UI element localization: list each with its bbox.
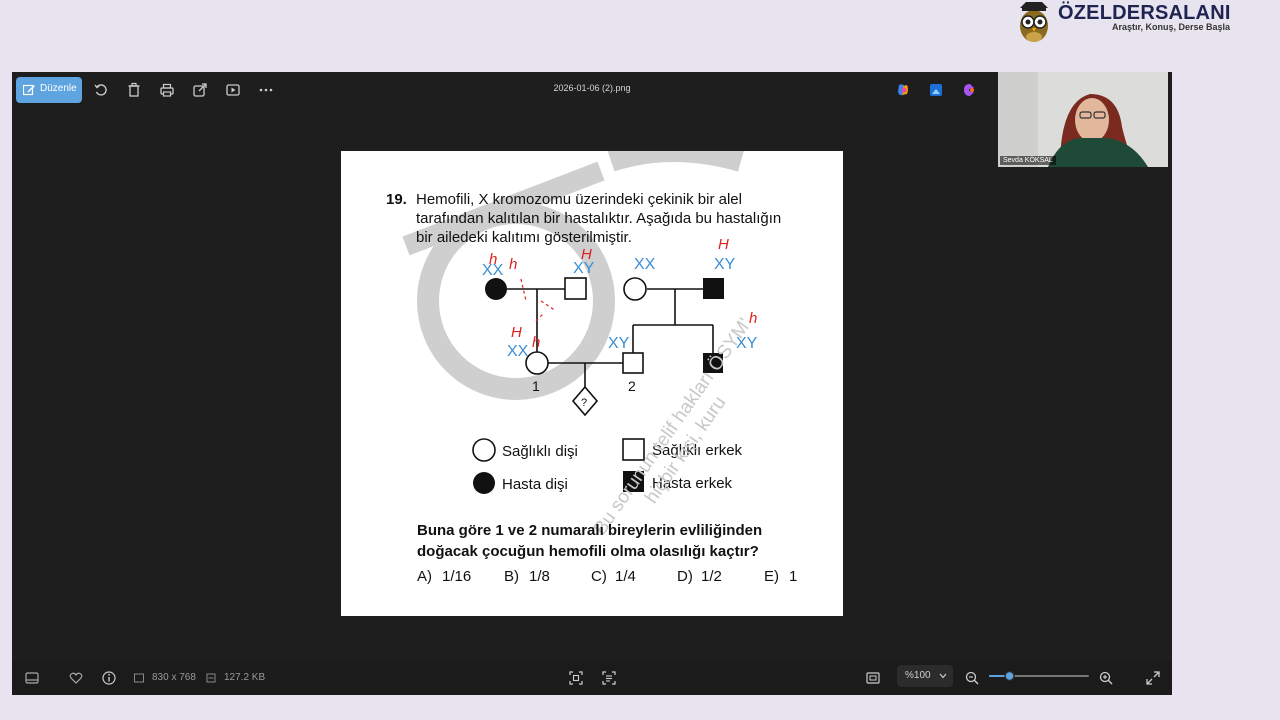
file-size: 127.2 KB	[224, 672, 266, 683]
text-scan-icon[interactable]	[601, 670, 617, 686]
image-canvas: 19. Hemofili, X kromozomu üzerindeki çek…	[341, 151, 843, 616]
zoom-select[interactable]: %100	[897, 665, 953, 687]
legend-healthy-female: Sağlıklı dişi	[502, 443, 578, 460]
handwritten-note: h	[509, 256, 517, 273]
zoom-slider-thumb[interactable]	[1004, 671, 1015, 681]
handwritten-note: H	[581, 246, 592, 263]
genotype-annotation: XY	[608, 335, 630, 352]
actual-size-icon[interactable]	[865, 670, 881, 686]
zoom-in-icon[interactable]	[1098, 670, 1114, 686]
filmstrip-icon[interactable]	[24, 670, 40, 686]
zoom-out-icon[interactable]	[964, 670, 980, 686]
brand-slogan: Araştır, Konuş, Derse Başla	[1112, 22, 1231, 32]
individual-2-label: 2	[628, 378, 636, 394]
healthy-male-grandfather	[564, 277, 587, 300]
participant-name: Sevda KÖKSAL	[1000, 156, 1056, 165]
question-text-line: bir ailedeki kalıtımı gösterilmiştir.	[416, 229, 632, 246]
fullscreen-icon[interactable]	[1145, 670, 1161, 686]
handwritten-note: h	[489, 251, 497, 268]
favorite-heart-icon[interactable]	[68, 670, 84, 686]
genotype-annotation: XX	[507, 343, 529, 360]
individual-2-healthy-male	[622, 352, 644, 374]
genotype-annotations: XX XY XX XY XX XY XY	[482, 256, 758, 360]
chevron-down-icon	[939, 673, 947, 679]
option-d-letter: D)	[677, 568, 693, 585]
fit-to-view-icon[interactable]	[568, 670, 584, 686]
clipchamp-icon[interactable]	[961, 82, 977, 98]
individual-1-healthy-female	[525, 351, 549, 375]
exam-question-image: 19. Hemofili, X kromozomu üzerindeki çek…	[386, 151, 797, 585]
individual-1-label: 1	[532, 378, 540, 394]
file-size-icon	[206, 673, 216, 683]
option-c-value: 1/4	[615, 568, 636, 585]
genotype-annotation: XY	[714, 256, 736, 273]
healthy-female-grandmother	[623, 277, 647, 301]
option-d-value: 1/2	[701, 568, 722, 585]
option-e-letter: E)	[764, 568, 779, 585]
legend-sick-female-symbol	[473, 472, 495, 494]
handwritten-dashes	[520, 278, 557, 322]
option-b-letter: B)	[504, 568, 519, 585]
brand-logo-block: ÖZELDERSALANI Araştır, Konuş, Derse Başl…	[1012, 0, 1272, 48]
zoom-value: %100	[905, 670, 931, 681]
viewer-statusbar: 830 x 768 127.2 KB %100	[12, 660, 1172, 695]
question-prompt-line: doğacak çocuğun hemofili olma olasılığı …	[417, 543, 759, 560]
question-text-line: tarafından kalıtılan bir hastalıktır. Aş…	[416, 210, 781, 227]
image-dimensions: 830 x 768	[152, 672, 196, 683]
legend-sick-female: Hasta dişi	[502, 476, 568, 493]
affected-male-grandfather	[703, 278, 724, 299]
dimensions-icon	[134, 673, 144, 683]
genotype-annotation: XX	[634, 256, 656, 273]
question-number: 19.	[386, 191, 407, 208]
zoom-slider[interactable]	[989, 671, 1089, 681]
info-icon[interactable]	[101, 670, 117, 686]
photos-edit-icon[interactable]	[928, 82, 944, 98]
answer-options: A) 1/16 B) 1/8 C) 1/4 D) 1/2 E) 1	[417, 568, 797, 585]
handwritten-note: H	[511, 324, 522, 341]
option-e-value: 1	[789, 568, 797, 585]
participant-video	[998, 72, 1168, 167]
affected-female-grandmother	[485, 278, 507, 300]
webcam-video-tile: Sevda KÖKSAL	[998, 72, 1168, 167]
handwritten-note: H	[718, 236, 729, 253]
question-prompt-line: Buna göre 1 ve 2 numaralı bireylerin evl…	[417, 522, 762, 539]
unknown-child-label: ?	[581, 397, 587, 409]
option-a-value: 1/16	[442, 568, 471, 585]
watermark-arc	[607, 151, 744, 172]
option-a-letter: A)	[417, 568, 432, 585]
option-b-value: 1/8	[529, 568, 550, 585]
option-c-letter: C)	[591, 568, 607, 585]
copilot-icon[interactable]	[895, 82, 911, 98]
legend-healthy-female-symbol	[472, 438, 496, 462]
question-text-line: Hemofili, X kromozomu üzerindeki çekinik…	[416, 191, 742, 208]
owl-logo-icon	[1020, 2, 1048, 42]
handwritten-note: h	[532, 334, 540, 351]
